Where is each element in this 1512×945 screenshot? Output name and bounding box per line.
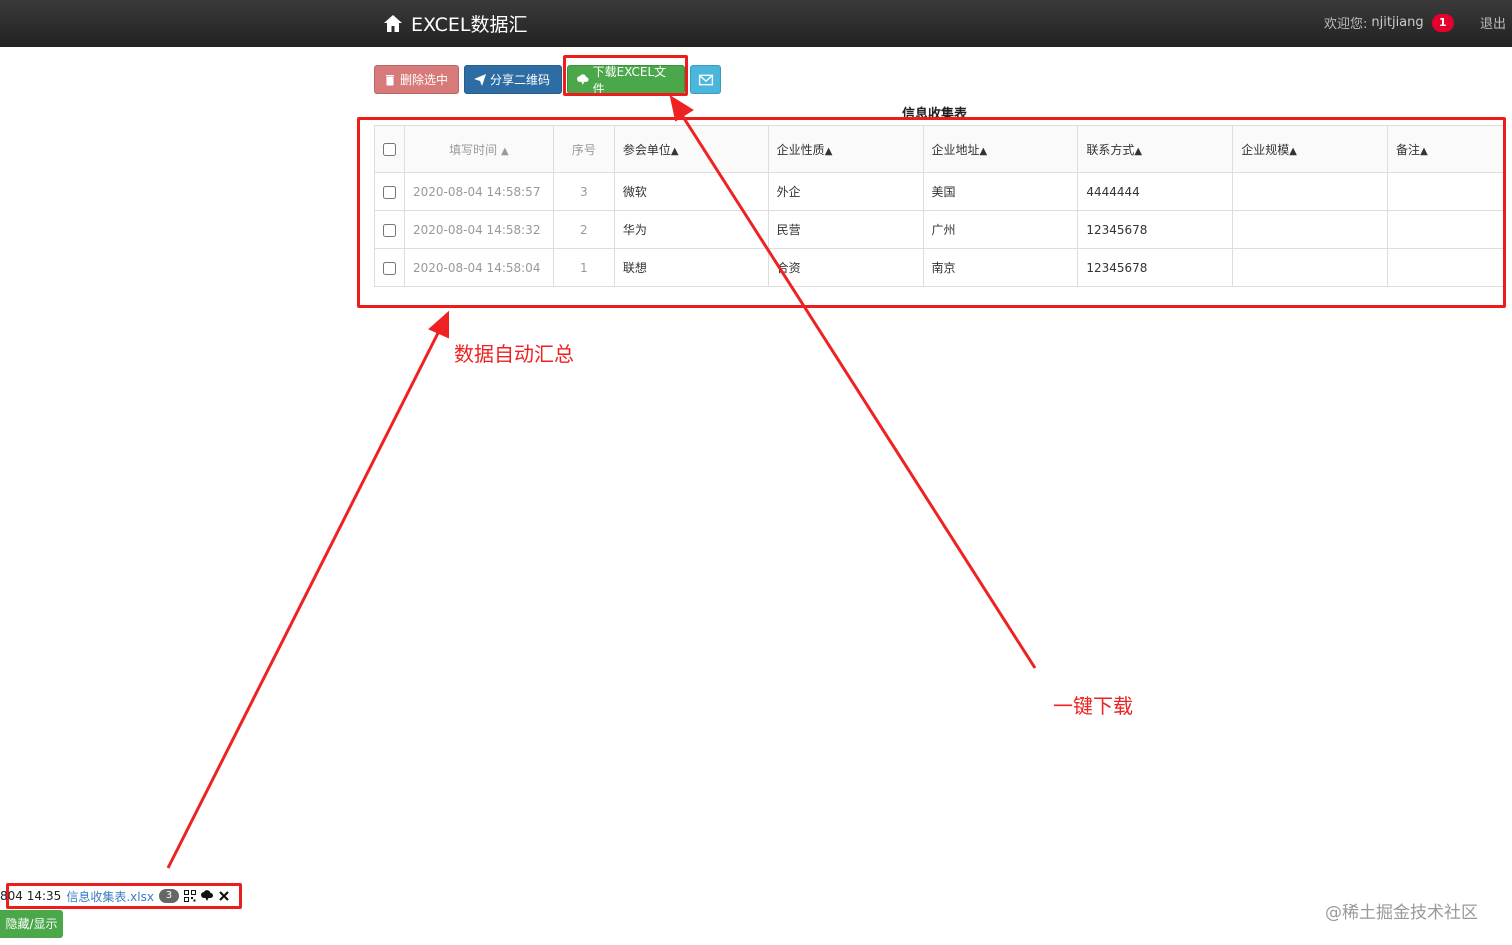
file-link[interactable]: 信息收集表.xlsx (66, 888, 154, 905)
arrow-to-table (166, 310, 449, 869)
qrcode-icon[interactable] (183, 890, 196, 902)
welcome-area: 欢迎您: njitjiang 1 (1324, 13, 1454, 32)
file-count-badge: 3 (158, 889, 179, 903)
notification-badge[interactable]: 1 (1431, 13, 1454, 32)
share-qrcode-label: 分享二维码 (490, 73, 551, 87)
annotation-download-label: 一键下载 (1053, 694, 1133, 718)
file-bar: 804 14:35 信息收集表.xlsx 3 (0, 886, 230, 906)
username[interactable]: njitjiang (1371, 15, 1423, 30)
share-qrcode-button[interactable]: 分享二维码 (464, 65, 562, 94)
home-icon (384, 14, 402, 32)
toggle-visibility-button[interactable]: 隐藏/显示 (0, 910, 63, 938)
envelope-icon (698, 74, 713, 85)
top-navbar: EXCEL数据汇 欢迎您: njitjiang 1 退出 (0, 0, 1512, 47)
welcome-label: 欢迎您: (1324, 17, 1368, 32)
app-title: EXCEL数据汇 (411, 13, 528, 36)
close-icon[interactable] (218, 890, 230, 902)
delete-selected-button[interactable]: 删除选中 (374, 65, 459, 94)
trash-icon (386, 74, 394, 85)
annotation-summary-label: 数据自动汇总 (454, 342, 574, 366)
send-icon (474, 73, 486, 86)
email-button[interactable] (690, 65, 721, 94)
table-highlight-box (357, 117, 1506, 308)
delete-selected-label: 删除选中 (400, 73, 449, 87)
file-time: 804 14:35 (0, 889, 62, 903)
download-highlight-box (563, 55, 688, 96)
brand-link[interactable]: EXCEL数据汇 (383, 10, 528, 36)
watermark: @稀土掘金技术社区 (1325, 903, 1478, 923)
logout-link[interactable]: 退出 (1480, 13, 1506, 32)
cloud-download-icon[interactable] (200, 890, 213, 902)
